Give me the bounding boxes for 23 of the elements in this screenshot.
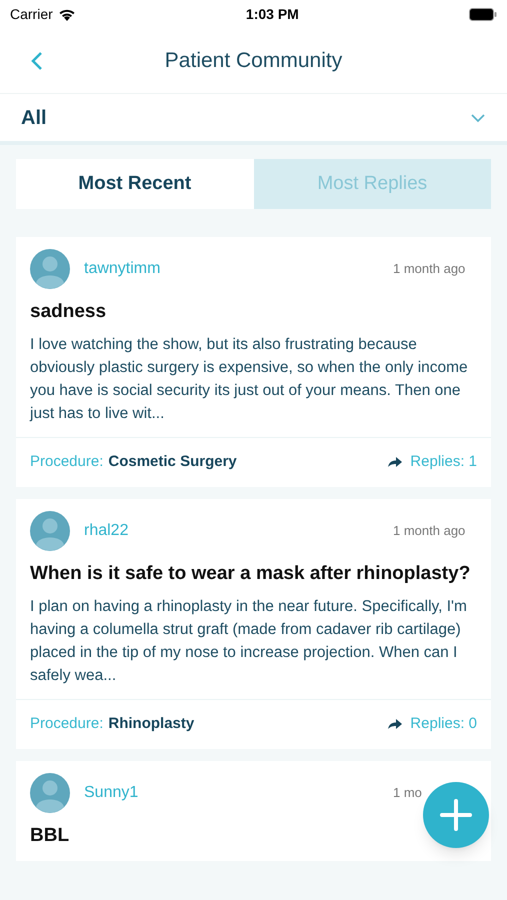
post-time: 1 mo xyxy=(393,784,423,802)
post-card[interactable]: Sunny1 1 mo BBL xyxy=(16,761,491,861)
post-time: 1 month ago xyxy=(393,522,466,540)
screen-title: Patient Community xyxy=(164,48,342,74)
procedure-name: Rhinoplasty xyxy=(108,714,196,734)
post-body: I love watching the show, but its also frustrating because obviously plastic surgery is expensive, so when the only income you have is social security its just out of your means. Then one just has to live wit... xyxy=(30,335,469,424)
post-body: I plan on having a rhinoplasty in the near future. Specifically, I'm having a columella strut graft (made from cadaver rib cartilage) placed in the tip of my nose to increase projection. When can I safely wea... xyxy=(30,597,468,686)
carrier-label: Carrier xyxy=(10,4,53,24)
username[interactable]: Sunny1 xyxy=(84,781,393,805)
username[interactable]: rhal22 xyxy=(84,519,393,543)
post-time: 1 month ago xyxy=(393,260,466,278)
filter-dropdown[interactable]: All xyxy=(0,94,507,145)
clock-time: 1:03 PM xyxy=(246,4,299,24)
procedure-label: Procedure: xyxy=(30,714,104,734)
replies-count[interactable]: Replies: 0 xyxy=(410,713,477,736)
replies-count[interactable]: Replies: 1 xyxy=(410,451,477,474)
post-title: sadness xyxy=(30,300,108,324)
sort-tab[interactable]: Most Replies xyxy=(254,159,491,209)
post-title: When is it safe to wear a mask after rhinoplasty? xyxy=(30,562,472,586)
username[interactable]: tawnytimm xyxy=(84,257,393,281)
post-title: BBL xyxy=(30,824,70,848)
procedure-label: Procedure: xyxy=(30,452,104,472)
procedure-name: Cosmetic Surgery xyxy=(108,452,238,472)
